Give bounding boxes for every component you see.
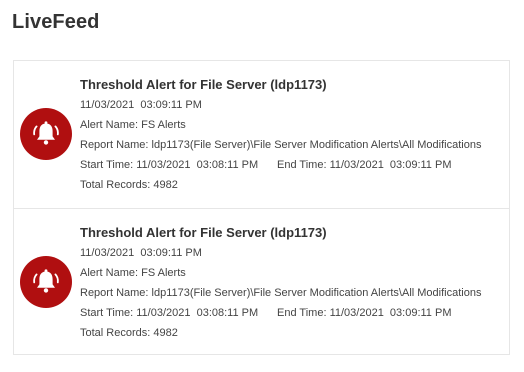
end-time: End Time: 11/03/2021 03:09:11 PM xyxy=(277,307,452,319)
bell-alert-icon xyxy=(20,256,72,308)
end-time: End Time: 11/03/2021 03:09:11 PM xyxy=(277,159,452,171)
total-records: Total Records: 4982 xyxy=(80,179,178,191)
feed-item[interactable]: Threshold Alert for File Server (ldp1173… xyxy=(14,208,509,356)
alert-name: Alert Name: FS Alerts xyxy=(80,267,186,279)
bell-alert-icon xyxy=(20,108,72,160)
alert-name: Alert Name: FS Alerts xyxy=(80,119,186,131)
feed-item[interactable]: Threshold Alert for File Server (ldp1173… xyxy=(14,61,509,208)
total-records: Total Records: 4982 xyxy=(80,327,178,339)
page-title: LiveFeed xyxy=(12,11,100,33)
alert-timestamp: 11/03/2021 03:09:11 PM xyxy=(80,247,202,259)
alert-title[interactable]: Threshold Alert for File Server (ldp1173… xyxy=(80,77,327,92)
alert-timestamp: 11/03/2021 03:09:11 PM xyxy=(80,99,202,111)
live-feed-list: Threshold Alert for File Server (ldp1173… xyxy=(13,60,510,355)
alert-title[interactable]: Threshold Alert for File Server (ldp1173… xyxy=(80,225,327,240)
start-time: Start Time: 11/03/2021 03:08:11 PM xyxy=(80,159,259,171)
report-name: Report Name: ldp1173(File Server)\File S… xyxy=(80,139,482,151)
report-name: Report Name: ldp1173(File Server)\File S… xyxy=(80,287,482,299)
start-time: Start Time: 11/03/2021 03:08:11 PM xyxy=(80,307,259,319)
